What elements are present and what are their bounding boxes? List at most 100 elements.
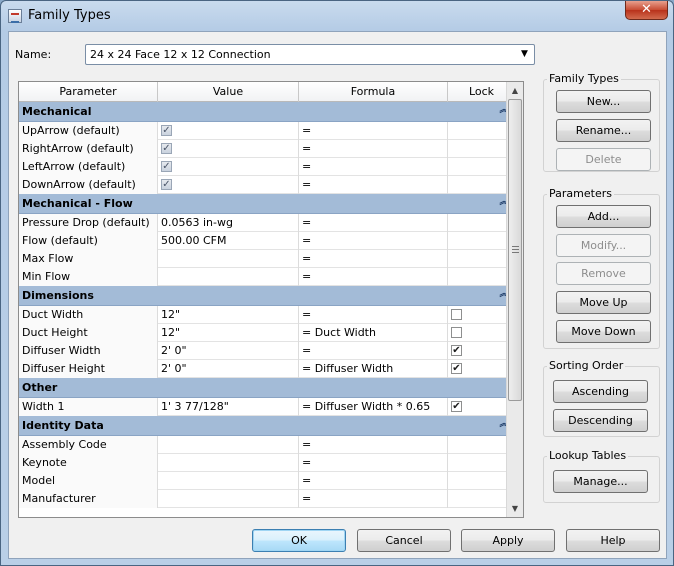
rename-button[interactable]: Rename... (556, 119, 651, 142)
lock-checkbox[interactable]: ✔ (451, 345, 462, 356)
remove-parameter-button[interactable]: Remove (556, 262, 651, 285)
scroll-thumb[interactable] (508, 99, 522, 401)
group-header[interactable]: Dimensions ︽ (19, 286, 515, 306)
formula-cell[interactable]: = (299, 342, 448, 360)
table-row[interactable]: Assembly Code = (19, 436, 515, 454)
value-cell[interactable]: ✓ (158, 176, 299, 194)
formula-cell[interactable]: = (299, 140, 448, 158)
value-checkbox[interactable]: ✓ (161, 179, 172, 190)
move-up-button[interactable]: Move Up (556, 291, 651, 314)
formula-cell[interactable]: = (299, 454, 448, 472)
column-header-parameter[interactable]: Parameter (19, 82, 158, 102)
title-bar[interactable]: Family Types ✕ (1, 1, 673, 31)
value-cell[interactable]: 1' 3 77/128" (158, 398, 299, 416)
lock-checkbox[interactable]: ✔ (451, 363, 462, 374)
group-header[interactable]: Other (19, 378, 515, 398)
table-row[interactable]: Keynote = (19, 454, 515, 472)
lock-checkbox[interactable] (451, 309, 462, 320)
value-checkbox[interactable]: ✓ (161, 125, 172, 136)
parameter-name-cell[interactable]: Max Flow (19, 250, 158, 268)
table-row[interactable]: Diffuser Height 2' 0" = Diffuser Width ✔ (19, 360, 515, 378)
value-cell[interactable] (158, 490, 299, 508)
ascending-button[interactable]: Ascending (553, 380, 648, 403)
formula-cell[interactable]: = (299, 232, 448, 250)
name-dropdown[interactable]: 24 x 24 Face 12 x 12 Connection ▼ (85, 44, 535, 65)
value-cell[interactable]: 500.00 CFM (158, 232, 299, 250)
formula-cell[interactable]: = (299, 490, 448, 508)
table-row[interactable]: Flow (default) 500.00 CFM = (19, 232, 515, 250)
formula-cell[interactable]: = (299, 250, 448, 268)
lock-checkbox[interactable]: ✔ (451, 401, 462, 412)
value-cell[interactable]: ✓ (158, 158, 299, 176)
table-row[interactable]: Width 1 1' 3 77/128" = Diffuser Width * 0.… (19, 398, 515, 416)
delete-button[interactable]: Delete (556, 148, 651, 171)
column-header-formula[interactable]: Formula (299, 82, 448, 102)
value-cell[interactable] (158, 250, 299, 268)
parameter-name-cell[interactable]: Duct Width (19, 306, 158, 324)
parameter-name-cell[interactable]: UpArrow (default) (19, 122, 158, 140)
value-checkbox[interactable]: ✓ (161, 161, 172, 172)
scroll-down-arrow-icon[interactable]: ▼ (507, 500, 523, 517)
table-row[interactable]: Model = (19, 472, 515, 490)
parameter-name-cell[interactable]: Width 1 (19, 398, 158, 416)
table-row[interactable]: DownArrow (default) ✓ = (19, 176, 515, 194)
table-row[interactable]: Max Flow = (19, 250, 515, 268)
column-header-value[interactable]: Value (158, 82, 299, 102)
formula-cell[interactable]: = (299, 472, 448, 490)
value-cell[interactable]: 2' 0" (158, 360, 299, 378)
formula-cell[interactable]: = (299, 268, 448, 286)
value-cell[interactable]: 12" (158, 324, 299, 342)
parameter-name-cell[interactable]: Pressure Drop (default) (19, 214, 158, 232)
formula-cell[interactable]: = (299, 176, 448, 194)
formula-cell[interactable]: = (299, 122, 448, 140)
value-cell[interactable]: 12" (158, 306, 299, 324)
apply-button[interactable]: Apply (461, 529, 555, 552)
formula-cell[interactable]: = Duct Width (299, 324, 448, 342)
parameter-name-cell[interactable]: Diffuser Height (19, 360, 158, 378)
value-cell[interactable]: 0.0563 in-wg (158, 214, 299, 232)
parameter-name-cell[interactable]: Min Flow (19, 268, 158, 286)
column-header-lock[interactable]: Lock (448, 82, 515, 102)
formula-cell[interactable]: = Diffuser Width * 0.65 (299, 398, 448, 416)
formula-cell[interactable]: = (299, 214, 448, 232)
table-row[interactable]: RightArrow (default) ✓ = (19, 140, 515, 158)
parameter-name-cell[interactable]: RightArrow (default) (19, 140, 158, 158)
value-cell[interactable] (158, 268, 299, 286)
formula-cell[interactable]: = (299, 158, 448, 176)
formula-cell[interactable]: = (299, 436, 448, 454)
parameter-name-cell[interactable]: Manufacturer (19, 490, 158, 508)
value-cell[interactable] (158, 472, 299, 490)
new-button[interactable]: New... (556, 90, 651, 113)
table-row[interactable]: Duct Width 12" = (19, 306, 515, 324)
table-row[interactable]: Manufacturer = (19, 490, 515, 508)
value-cell[interactable] (158, 436, 299, 454)
table-row[interactable]: UpArrow (default) ✓ = (19, 122, 515, 140)
move-down-button[interactable]: Move Down (556, 320, 651, 343)
parameter-name-cell[interactable]: DownArrow (default) (19, 176, 158, 194)
add-parameter-button[interactable]: Add... (556, 205, 651, 228)
parameter-name-cell[interactable]: Model (19, 472, 158, 490)
manage-lookup-button[interactable]: Manage... (553, 470, 648, 493)
table-row[interactable]: Diffuser Width 2' 0" = ✔ (19, 342, 515, 360)
value-cell[interactable] (158, 454, 299, 472)
group-header[interactable]: Identity Data ︽ (19, 416, 515, 436)
table-row[interactable]: Duct Height 12" = Duct Width (19, 324, 515, 342)
parameter-name-cell[interactable]: Flow (default) (19, 232, 158, 250)
parameter-name-cell[interactable]: LeftArrow (default) (19, 158, 158, 176)
close-button[interactable]: ✕ (625, 1, 668, 20)
parameter-name-cell[interactable]: Diffuser Width (19, 342, 158, 360)
scroll-up-arrow-icon[interactable]: ▲ (507, 82, 523, 99)
value-cell[interactable]: ✓ (158, 122, 299, 140)
formula-cell[interactable]: = Diffuser Width (299, 360, 448, 378)
modify-parameter-button[interactable]: Modify... (556, 234, 651, 257)
table-row[interactable]: LeftArrow (default) ✓ = (19, 158, 515, 176)
parameter-name-cell[interactable]: Assembly Code (19, 436, 158, 454)
table-row[interactable]: Pressure Drop (default) 0.0563 in-wg = (19, 214, 515, 232)
help-button[interactable]: Help (566, 529, 660, 552)
parameter-name-cell[interactable]: Duct Height (19, 324, 158, 342)
parameter-name-cell[interactable]: Keynote (19, 454, 158, 472)
lock-checkbox[interactable] (451, 327, 462, 338)
vertical-scrollbar[interactable]: ▲ ▼ (506, 82, 523, 517)
table-row[interactable]: Min Flow = (19, 268, 515, 286)
value-cell[interactable]: 2' 0" (158, 342, 299, 360)
